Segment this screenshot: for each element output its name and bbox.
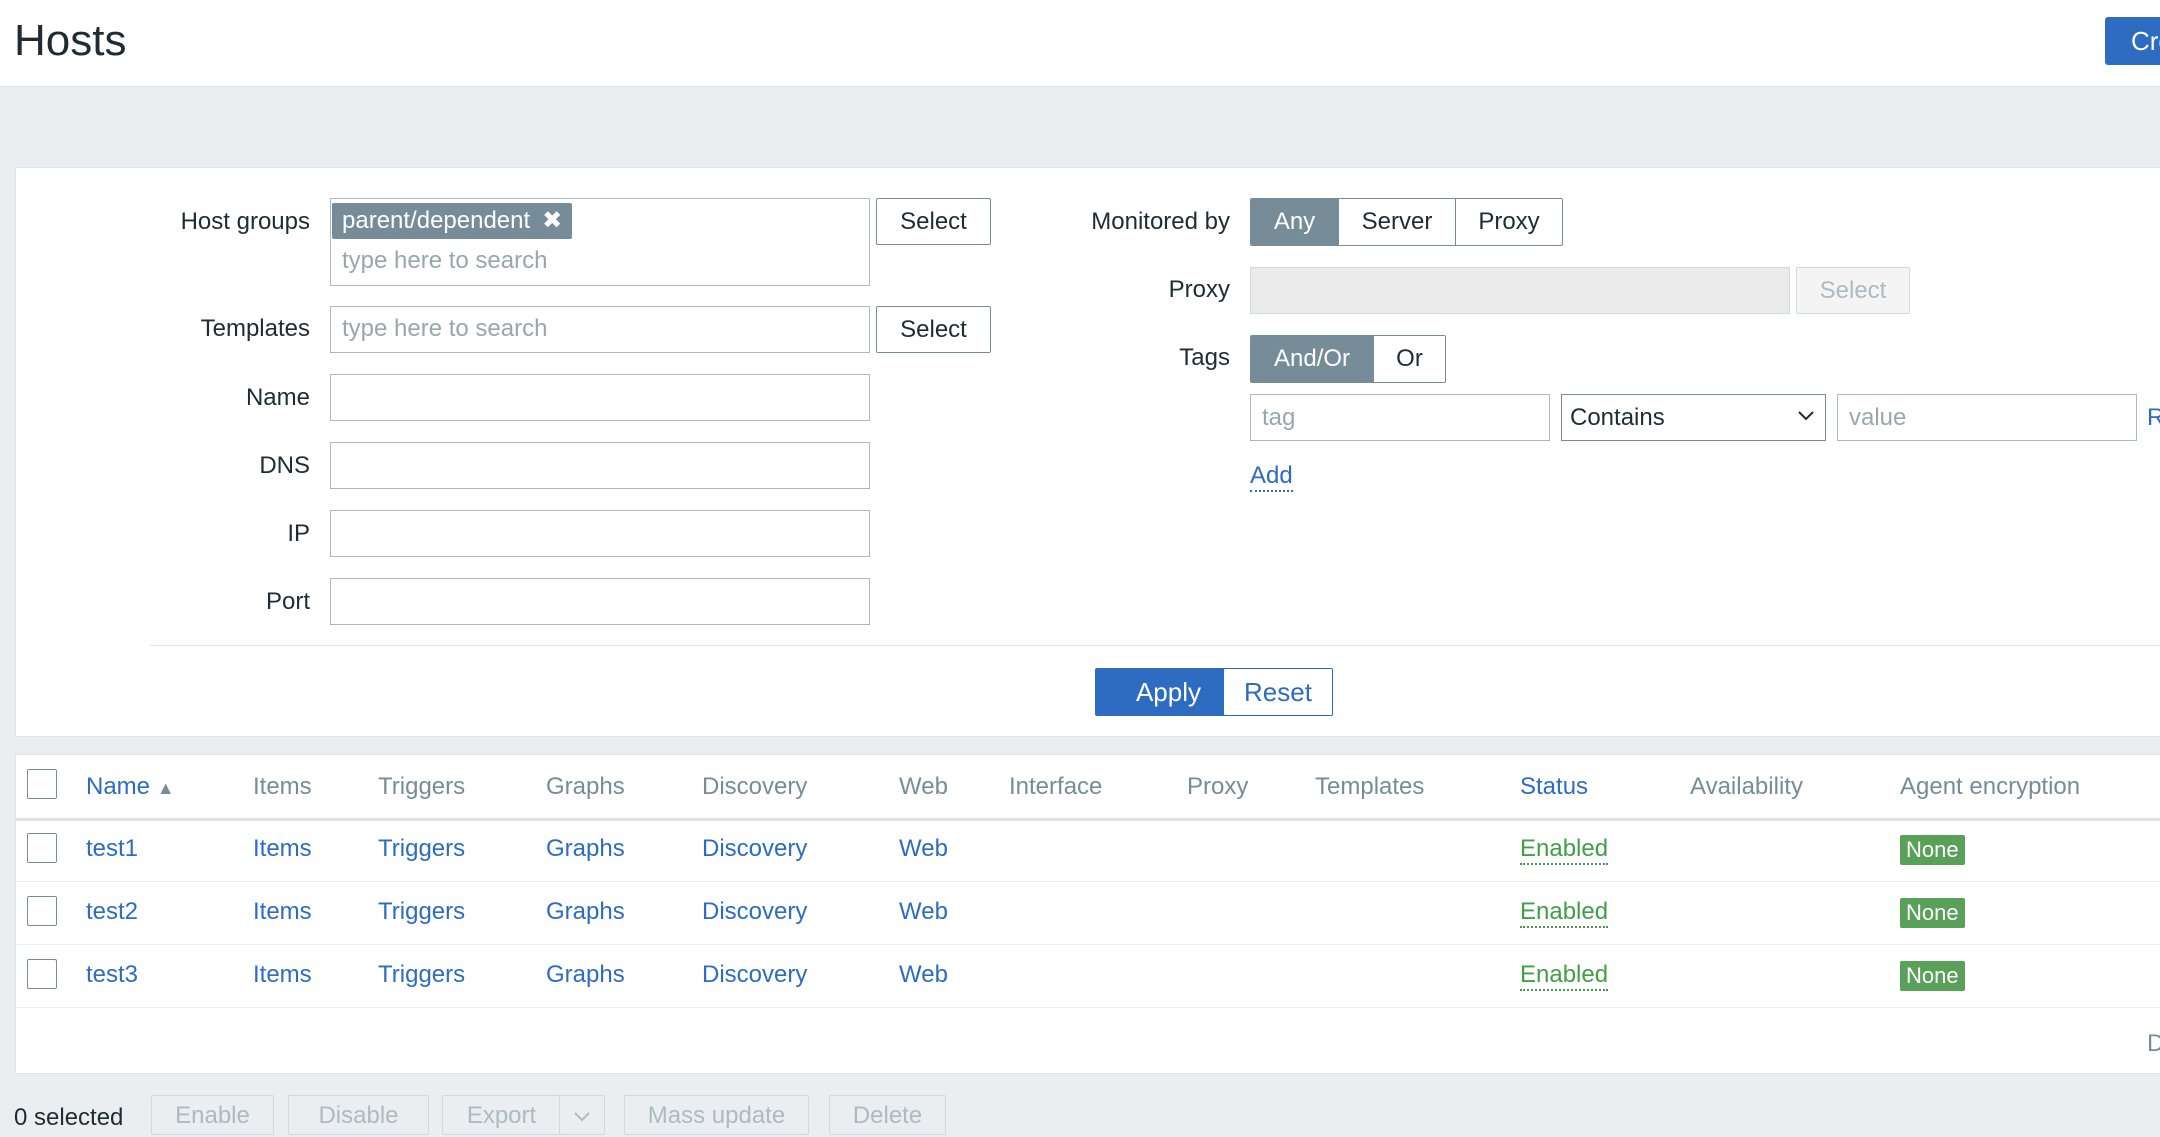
web-link[interactable]: Web (899, 960, 948, 990)
column-header-graphs: Graphs (546, 773, 625, 800)
tags-label: Tags (1179, 344, 1230, 371)
host-groups-search-input[interactable]: type here to search (342, 246, 547, 276)
column-header-availability: Availability (1690, 773, 1803, 800)
page-header (0, 0, 2160, 87)
reset-button[interactable]: Reset (1223, 668, 1333, 716)
web-link[interactable]: Web (899, 897, 948, 927)
web-link[interactable]: Web (899, 834, 948, 864)
status-toggle[interactable]: Enabled (1520, 835, 1609, 865)
apply-button[interactable]: Apply (1095, 668, 1242, 716)
column-header-web: Web (899, 773, 948, 800)
tag-operator-value: Contains (1570, 404, 1665, 431)
column-header-items: Items (253, 773, 312, 800)
port-input[interactable] (330, 578, 870, 625)
port-label: Port (265, 588, 310, 615)
column-header-agent-encryption: Agent encryption (1900, 773, 2081, 800)
templates-select-button[interactable]: Select (876, 306, 991, 353)
create-host-button[interactable]: Cre (2105, 17, 2160, 65)
column-header-triggers: Triggers (378, 773, 466, 800)
delete-button: Delete (829, 1095, 946, 1135)
graphs-link[interactable]: Graphs (546, 960, 625, 990)
proxy-select-button: Select (1796, 267, 1910, 314)
items-link[interactable]: Items (253, 834, 312, 864)
row-checkbox[interactable] (27, 833, 57, 863)
host-name-link[interactable]: test3 (86, 960, 138, 990)
export-button: Export (442, 1095, 560, 1135)
enable-button: Enable (151, 1095, 274, 1135)
name-input[interactable] (330, 374, 870, 421)
monitored-by-segmented: Any Server Proxy (1250, 198, 1563, 246)
graphs-link[interactable]: Graphs (546, 897, 625, 927)
column-header-templates: Templates (1315, 773, 1425, 800)
export-dropdown-button (559, 1095, 605, 1135)
discovery-link[interactable]: Discovery (702, 960, 807, 990)
ip-input[interactable] (330, 510, 870, 557)
selected-count: 0 selected (14, 1104, 124, 1131)
host-group-chip: parent/dependent ✖ (332, 203, 573, 239)
proxy-field (1250, 267, 1790, 314)
disable-button: Disable (288, 1095, 429, 1135)
discovery-link[interactable]: Discovery (702, 834, 807, 864)
triggers-link[interactable]: Triggers (378, 960, 465, 990)
status-toggle[interactable]: Enabled (1520, 961, 1609, 991)
row-divider (16, 1007, 2160, 1008)
items-link[interactable]: Items (253, 897, 312, 927)
dns-input[interactable] (330, 442, 870, 489)
host-groups-select-button[interactable]: Select (876, 198, 991, 245)
encryption-badge: None (1900, 898, 1965, 928)
templates-label: Templates (200, 315, 310, 342)
monitored-by-label: Monitored by (1091, 208, 1230, 235)
column-header-proxy: Proxy (1187, 773, 1249, 800)
page-title: Hosts (14, 16, 127, 65)
tags-or[interactable]: Or (1374, 336, 1445, 382)
filter-divider (150, 645, 2160, 646)
column-header-name[interactable]: Name ▲ (86, 772, 175, 803)
row-checkbox[interactable] (27, 959, 57, 989)
triggers-link[interactable]: Triggers (378, 897, 465, 927)
ip-label: IP (287, 520, 310, 547)
close-icon[interactable]: ✖ (542, 207, 562, 234)
host-name-link[interactable]: test2 (86, 897, 138, 927)
tag-value-placeholder: value (1849, 404, 1907, 431)
host-name-link[interactable]: test1 (86, 834, 138, 864)
status-toggle[interactable]: Enabled (1520, 898, 1609, 928)
triggers-link[interactable]: Triggers (378, 834, 465, 864)
encryption-badge: None (1900, 835, 1965, 865)
host-groups-label: Host groups (180, 208, 310, 235)
row-divider (16, 881, 2160, 882)
table-stats-text: D (2147, 1030, 2160, 1057)
templates-search-input[interactable]: type here to search (342, 314, 547, 344)
mass-update-button: Mass update (624, 1095, 809, 1135)
sort-asc-icon: ▲ (156, 778, 175, 798)
monitored-by-any[interactable]: Any (1251, 199, 1339, 245)
row-divider (16, 944, 2160, 945)
tag-input-placeholder: tag (1262, 404, 1296, 431)
encryption-badge: None (1900, 961, 1965, 991)
dns-label: DNS (259, 452, 310, 479)
add-tag-link[interactable]: Add (1250, 462, 1293, 492)
tag-remove-link[interactable]: R (2147, 403, 2160, 433)
items-link[interactable]: Items (253, 960, 312, 990)
tags-and-or[interactable]: And/Or (1251, 336, 1374, 382)
name-label: Name (245, 384, 310, 411)
monitored-by-proxy[interactable]: Proxy (1456, 199, 1562, 245)
column-header-status[interactable]: Status (1520, 772, 1588, 802)
host-group-chip-label: parent/dependent (342, 207, 531, 234)
column-header-discovery: Discovery (702, 773, 808, 800)
hosts-table (15, 754, 2160, 1074)
chevron-down-icon (1798, 411, 1814, 421)
proxy-label: Proxy (1168, 276, 1230, 303)
row-checkbox[interactable] (27, 896, 57, 926)
graphs-link[interactable]: Graphs (546, 834, 625, 864)
discovery-link[interactable]: Discovery (702, 897, 807, 927)
table-header-divider (16, 818, 2160, 821)
monitored-by-server[interactable]: Server (1339, 199, 1456, 245)
tags-evaltype-segmented: And/Or Or (1250, 335, 1446, 383)
select-all-checkbox[interactable] (27, 769, 57, 799)
column-header-interface: Interface (1009, 773, 1103, 800)
chevron-down-icon (574, 1112, 590, 1122)
